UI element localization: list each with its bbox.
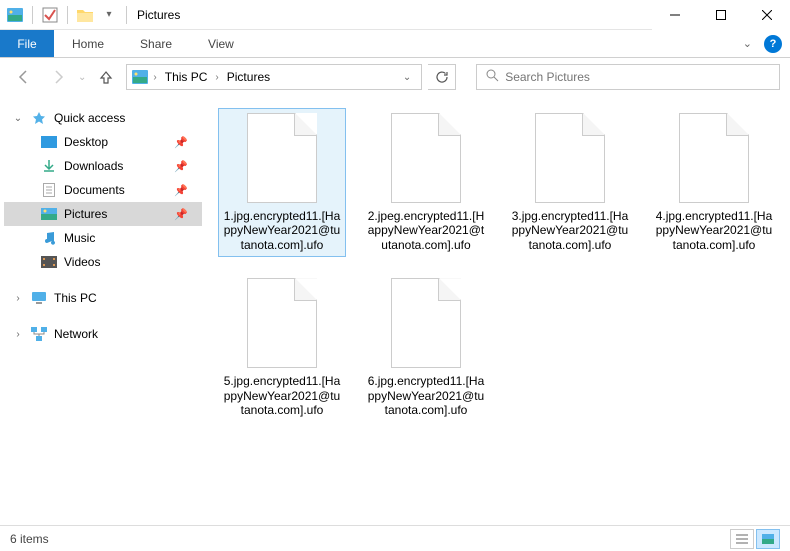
download-icon [40, 157, 58, 175]
file-item[interactable]: 1.jpg.encrypted11.[HappyNewYear2021@tuta… [218, 108, 346, 257]
tab-view[interactable]: View [190, 30, 252, 57]
chevron-down-icon: ⌄ [12, 113, 24, 124]
pin-icon: 📌 [174, 184, 188, 197]
statusbar: 6 items [0, 525, 790, 551]
minimize-button[interactable] [652, 0, 698, 30]
file-name: 5.jpg.encrypted11.[HappyNewYear2021@tuta… [223, 374, 341, 417]
sidebar-network[interactable]: › Network [4, 322, 202, 346]
star-icon [30, 109, 48, 127]
file-item[interactable]: 4.jpg.encrypted11.[HappyNewYear2021@tuta… [650, 108, 778, 257]
pin-icon: 📌 [174, 160, 188, 173]
sidebar-item-downloads[interactable]: Downloads 📌 [4, 154, 202, 178]
close-button[interactable] [744, 0, 790, 30]
window-title: Pictures [137, 8, 180, 22]
folder-qat-icon[interactable] [74, 4, 96, 26]
file-item[interactable]: 2.jpeg.encrypted11.[HappyNewYear2021@tut… [362, 108, 490, 257]
chevron-icon[interactable]: › [151, 72, 158, 83]
desktop-icon [40, 133, 58, 151]
chevron-right-icon: › [12, 329, 24, 340]
breadcrumb-dropdown-icon[interactable]: ⌄ [397, 72, 417, 83]
pin-icon: 📌 [174, 136, 188, 149]
search-icon [485, 68, 499, 87]
file-icon [391, 278, 461, 368]
forward-button[interactable] [44, 63, 72, 91]
music-icon [40, 229, 58, 247]
pictures-icon [40, 205, 58, 223]
titlebar: ▾ Pictures [0, 0, 790, 30]
breadcrumb-thispc[interactable]: This PC [161, 70, 212, 84]
breadcrumb-pictures-icon [131, 68, 149, 86]
search-box[interactable] [476, 64, 780, 90]
file-name: 2.jpeg.encrypted11.[HappyNewYear2021@tut… [367, 209, 485, 252]
navbar: ⌄ › This PC › Pictures ⌄ [0, 58, 790, 96]
breadcrumb[interactable]: › This PC › Pictures ⌄ [126, 64, 422, 90]
qat-dropdown-icon[interactable]: ▾ [98, 4, 120, 26]
chevron-icon[interactable]: › [213, 72, 220, 83]
view-icons-button[interactable] [756, 529, 780, 549]
file-icon [391, 113, 461, 203]
pin-icon: 📌 [174, 208, 188, 221]
content-area[interactable]: 1.jpg.encrypted11.[HappyNewYear2021@tuta… [206, 96, 790, 525]
sidebar-item-label: Videos [64, 255, 100, 269]
network-icon [30, 325, 48, 343]
video-icon [40, 253, 58, 271]
file-name: 6.jpg.encrypted11.[HappyNewYear2021@tuta… [367, 374, 485, 417]
file-item[interactable]: 3.jpg.encrypted11.[HappyNewYear2021@tuta… [506, 108, 634, 257]
breadcrumb-pictures[interactable]: Pictures [223, 70, 274, 84]
sidebar-item-music[interactable]: Music [4, 226, 202, 250]
file-icon [247, 278, 317, 368]
file-icon [247, 113, 317, 203]
sidebar-item-label: Downloads [64, 159, 123, 173]
help-icon[interactable]: ? [764, 35, 782, 53]
sidebar-item-label: Pictures [64, 207, 107, 221]
file-item[interactable]: 5.jpg.encrypted11.[HappyNewYear2021@tuta… [218, 273, 346, 422]
sidebar-item-documents[interactable]: Documents 📌 [4, 178, 202, 202]
ribbon: File Home Share View ⌄ ? [0, 30, 790, 58]
pc-icon [30, 289, 48, 307]
file-name: 3.jpg.encrypted11.[HappyNewYear2021@tuta… [511, 209, 629, 252]
file-name: 4.jpg.encrypted11.[HappyNewYear2021@tuta… [655, 209, 773, 252]
maximize-button[interactable] [698, 0, 744, 30]
recent-dropdown-icon[interactable]: ⌄ [78, 72, 86, 83]
refresh-button[interactable] [428, 64, 456, 90]
sidebar-label: Quick access [54, 111, 125, 125]
sidebar-label: This PC [54, 291, 97, 305]
sidebar-quick-access[interactable]: ⌄ Quick access [4, 106, 202, 130]
file-menu[interactable]: File [0, 30, 54, 57]
sidebar-item-label: Documents [64, 183, 125, 197]
search-input[interactable] [505, 70, 771, 84]
app-icon [4, 4, 26, 26]
sidebar-this-pc[interactable]: › This PC [4, 286, 202, 310]
view-details-button[interactable] [730, 529, 754, 549]
file-icon [535, 113, 605, 203]
sidebar-item-videos[interactable]: Videos [4, 250, 202, 274]
sidebar-label: Network [54, 327, 98, 341]
sidebar-item-label: Music [64, 231, 95, 245]
file-name: 1.jpg.encrypted11.[HappyNewYear2021@tuta… [223, 209, 341, 252]
back-button[interactable] [10, 63, 38, 91]
sidebar: ⌄ Quick access Desktop 📌 Downloads 📌 Docum… [0, 96, 206, 525]
file-icon [679, 113, 749, 203]
up-button[interactable] [92, 63, 120, 91]
sidebar-item-desktop[interactable]: Desktop 📌 [4, 130, 202, 154]
sidebar-item-pictures[interactable]: Pictures 📌 [4, 202, 202, 226]
file-item[interactable]: 6.jpg.encrypted11.[HappyNewYear2021@tuta… [362, 273, 490, 422]
document-icon [40, 181, 58, 199]
ribbon-expand-icon[interactable]: ⌄ [743, 37, 752, 50]
chevron-right-icon: › [12, 293, 24, 304]
tab-home[interactable]: Home [54, 30, 122, 57]
sidebar-item-label: Desktop [64, 135, 108, 149]
tab-share[interactable]: Share [122, 30, 190, 57]
status-count: 6 items [10, 532, 49, 546]
checkbox-qat-icon[interactable] [39, 4, 61, 26]
